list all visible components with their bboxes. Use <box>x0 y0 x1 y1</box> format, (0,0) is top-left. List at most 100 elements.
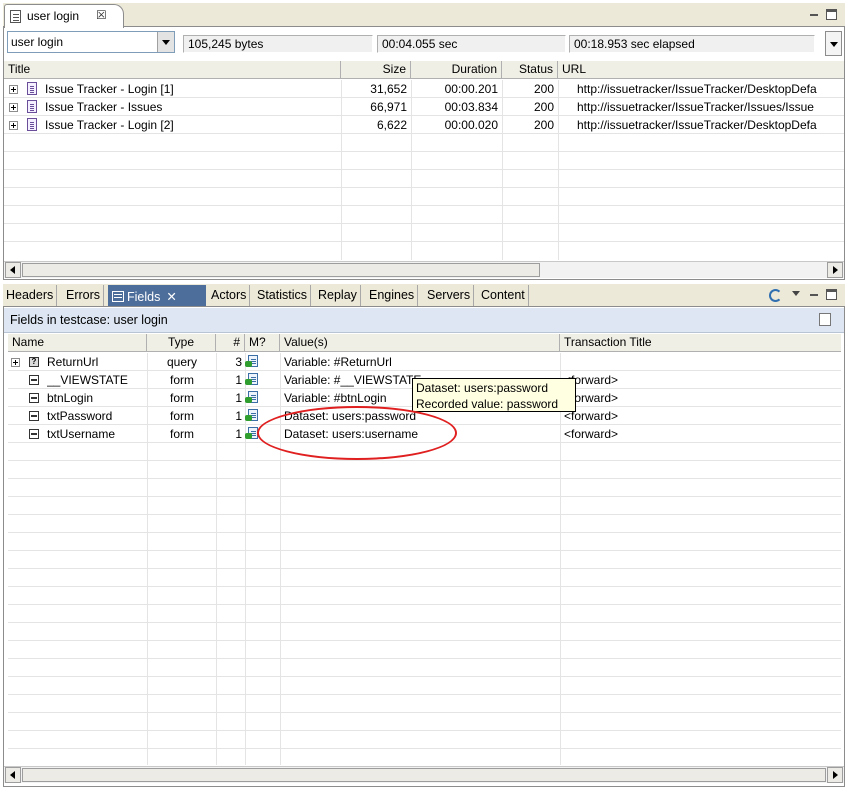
tab-engines[interactable]: Engines <box>366 285 419 306</box>
grid-line <box>8 622 841 623</box>
column-modified[interactable]: M? <box>245 334 280 352</box>
column-duration[interactable]: Duration <box>411 61 502 79</box>
grid-line <box>560 353 561 765</box>
transaction-size: 6,622 <box>376 118 407 132</box>
column-url[interactable]: URL <box>558 61 844 79</box>
grid-line <box>558 80 559 260</box>
transaction-url: http://issuetracker/IssueTracker/Desktop… <box>577 82 817 96</box>
field-type: form <box>170 391 194 405</box>
scroll-right-button[interactable] <box>827 767 843 783</box>
close-icon[interactable]: ☒ <box>96 8 107 22</box>
field-transaction: <forward> <box>564 427 619 441</box>
transaction-duration: 00:03.834 <box>444 100 498 114</box>
scroll-thumb[interactable] <box>22 263 540 277</box>
field-value: Variable: #ReturnUrl <box>284 355 392 369</box>
fields-hscrollbar[interactable] <box>4 766 844 783</box>
field-transaction: <forward> <box>564 409 619 423</box>
fields-header: Name Type # M? Value(s) Transaction Titl… <box>8 334 841 352</box>
column-type[interactable]: Type <box>147 334 216 352</box>
transaction-status: 200 <box>533 118 554 132</box>
refresh-icon[interactable] <box>769 289 782 302</box>
document-icon <box>10 10 21 23</box>
close-icon[interactable]: ✕ <box>166 290 176 304</box>
scroll-right-button[interactable] <box>827 262 843 278</box>
testcase-select[interactable]: user login <box>7 31 175 53</box>
grid-line <box>4 151 844 152</box>
toolbar-menu-button[interactable] <box>825 31 842 56</box>
field-name: txtPassword <box>47 409 113 423</box>
grid-line <box>8 478 841 479</box>
field-count: 1 <box>235 391 242 405</box>
minimize-icon[interactable] <box>809 9 820 20</box>
modifier-icon[interactable] <box>245 391 259 404</box>
minimize-icon[interactable] <box>809 289 820 300</box>
tab-actors[interactable]: Actors <box>208 285 251 306</box>
bytes-readout: 105,245 bytes <box>183 35 373 53</box>
tab-statistics[interactable]: Statistics <box>254 285 312 306</box>
field-name: __VIEWSTATE <box>47 373 128 387</box>
column-name[interactable]: Name <box>8 334 147 352</box>
field-type: query <box>166 355 198 369</box>
editor-tab[interactable]: user login ☒ <box>4 4 124 28</box>
transaction-url: http://issuetracker/IssueTracker/Desktop… <box>577 118 817 132</box>
highlight-ellipse <box>257 406 457 460</box>
column-title[interactable]: Title <box>4 61 341 79</box>
grid-line <box>8 550 841 551</box>
scroll-left-button[interactable] <box>5 767 21 783</box>
expand-icon[interactable] <box>11 358 20 367</box>
column-size[interactable]: Size <box>341 61 411 79</box>
transaction-size: 66,971 <box>370 100 407 114</box>
transaction-url: http://issuetracker/IssueTracker/Issues/… <box>577 100 814 114</box>
column-status[interactable]: Status <box>502 61 558 79</box>
export-icon[interactable] <box>819 313 831 326</box>
tab-errors[interactable]: Errors <box>63 285 105 306</box>
grid-line <box>8 460 841 461</box>
chevron-down-icon[interactable] <box>157 32 174 52</box>
fields-view-title: Fields in testcase: user login <box>10 313 168 327</box>
fields-view-heading: Fields in testcase: user login <box>4 308 844 333</box>
modifier-icon[interactable] <box>245 355 259 368</box>
grid-line <box>8 532 841 533</box>
field-count: 1 <box>235 373 242 387</box>
value-tooltip: Dataset: users:password Recorded value: … <box>412 378 576 412</box>
grid-line <box>4 223 844 224</box>
transactions-hscrollbar[interactable] <box>4 261 844 278</box>
field-type: form <box>170 427 194 441</box>
maximize-icon[interactable] <box>826 9 837 20</box>
tooltip-line: Recorded value: password <box>416 397 559 411</box>
view-menu-icon[interactable] <box>792 291 800 296</box>
testcase-select-value: user login <box>11 35 64 49</box>
modifier-icon[interactable] <box>245 409 259 422</box>
grid-line <box>8 694 841 695</box>
grid-line <box>4 205 844 206</box>
transaction-title: Issue Tracker - Login [1] <box>45 82 174 96</box>
column-values[interactable]: Value(s) <box>280 334 560 352</box>
expand-icon[interactable] <box>9 103 18 112</box>
column-transaction-title[interactable]: Transaction Title <box>560 334 841 352</box>
expand-icon[interactable] <box>9 85 18 94</box>
transaction-duration: 00:00.020 <box>444 118 498 132</box>
tab-servers[interactable]: Servers <box>424 285 475 306</box>
scroll-left-button[interactable] <box>5 262 21 278</box>
field-count: 1 <box>235 409 242 423</box>
tab-headers[interactable]: Headers <box>3 285 58 306</box>
column-count[interactable]: # <box>216 334 245 352</box>
field-name: txtUsername <box>47 427 116 441</box>
grid-line <box>4 187 844 188</box>
field-transaction: <forward> <box>564 373 619 387</box>
grid-line <box>8 676 841 677</box>
field-icon <box>29 375 39 385</box>
maximize-icon[interactable] <box>826 289 837 300</box>
tab-fields-label: Fields <box>127 290 161 304</box>
expand-icon[interactable] <box>9 121 18 130</box>
tab-replay[interactable]: Replay <box>315 285 361 306</box>
grid-line <box>8 712 841 713</box>
transaction-duration: 00:00.201 <box>444 82 498 96</box>
modifier-icon[interactable] <box>245 373 259 386</box>
field-type: form <box>170 373 194 387</box>
grid-line <box>8 496 841 497</box>
tab-fields[interactable]: Fields ✕ <box>108 285 206 306</box>
tooltip-line: Dataset: users:password <box>416 381 549 395</box>
scroll-thumb[interactable] <box>22 768 826 782</box>
tab-content[interactable]: Content <box>478 285 529 306</box>
